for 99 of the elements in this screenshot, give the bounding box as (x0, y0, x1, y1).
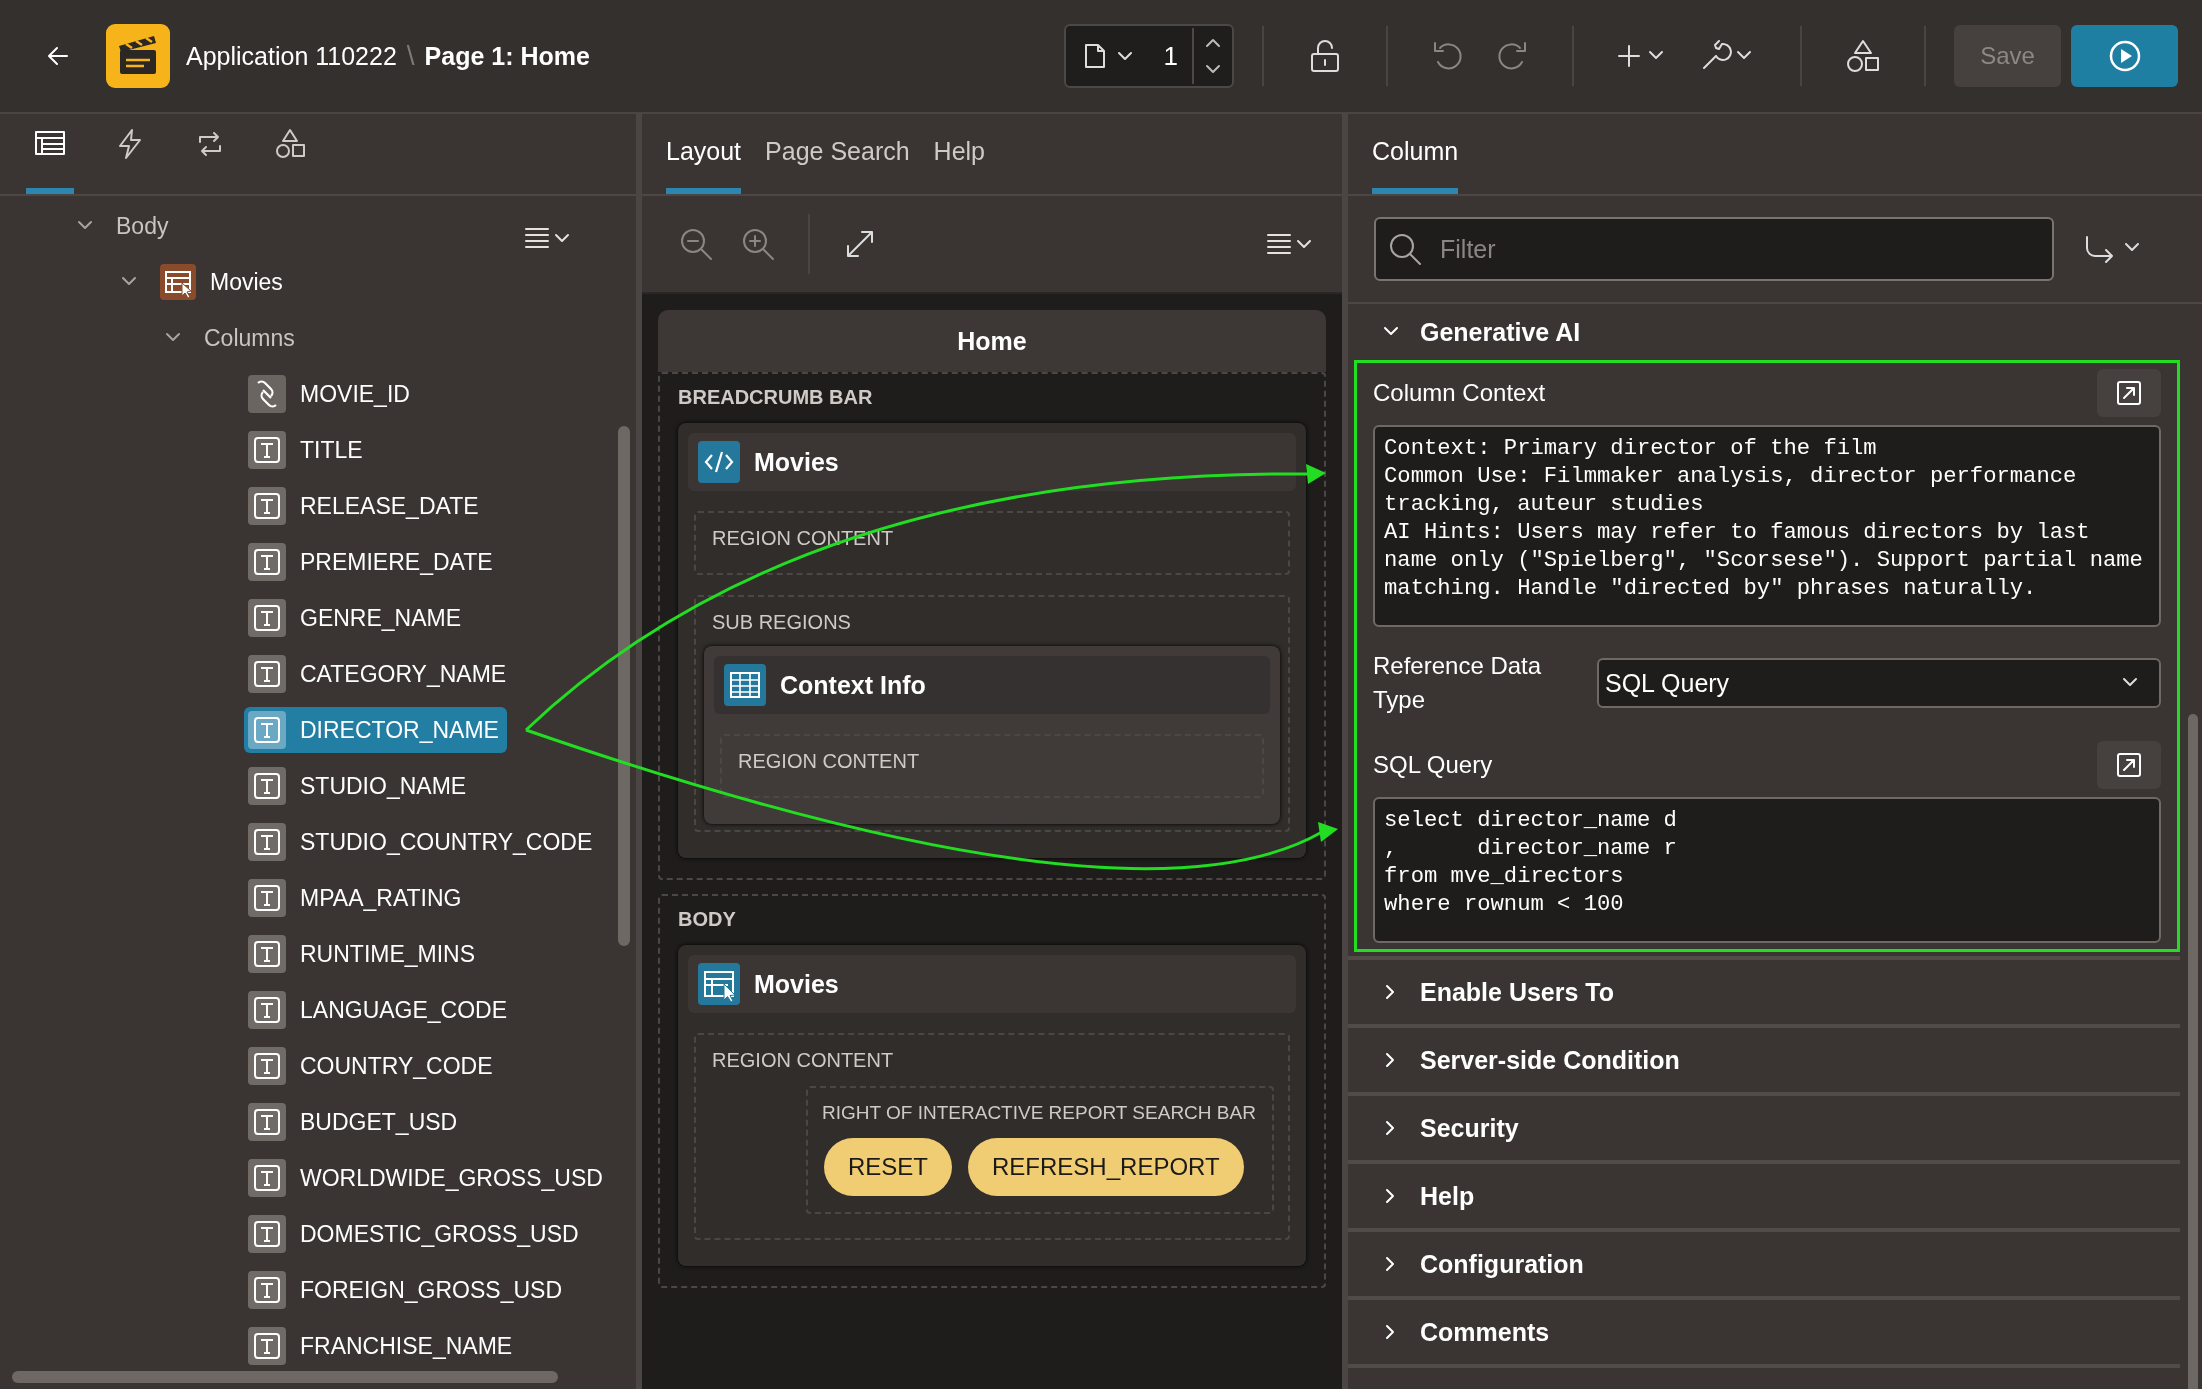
panel-tab[interactable]: Layout (666, 137, 742, 194)
link-icon (248, 375, 286, 413)
text-field-icon (248, 935, 286, 973)
zone-label: RIGHT OF INTERACTIVE REPORT SEARCH BAR (821, 1101, 1257, 1125)
expand-arrows-icon[interactable] (844, 228, 876, 260)
text-area[interactable]: Context: Primary director of the film Common Use: Filmmaker analysis, director performance tracking, auteur studies AI Hints: Users may refer to famous directors by last name only ("Spielberg", "Scorsese"). Support partial name matching. Handle "directed by" phrases naturally. (1373, 425, 2161, 627)
tree-item[interactable]: MPAA_RATING (244, 875, 470, 921)
code-icon (698, 441, 740, 483)
tree-item[interactable]: Columns (200, 315, 303, 361)
text-field-icon (248, 599, 286, 637)
tree-item[interactable]: GENRE_NAME (244, 595, 470, 641)
tree-item[interactable]: RUNTIME_MINS (244, 931, 484, 977)
text-field-icon (248, 1103, 286, 1141)
region-button[interactable]: REFRESH_REPORT (968, 1138, 1244, 1196)
expand-icon (2116, 752, 2142, 778)
section-header[interactable]: Security (1348, 1096, 1519, 1160)
section-header[interactable]: Server-side Condition (1348, 1028, 1680, 1092)
select-field[interactable]: SQL Query (1597, 658, 2161, 708)
text-field-icon (248, 487, 286, 525)
unlock-icon[interactable] (1308, 39, 1342, 73)
tree-item[interactable]: WORLDWIDE_GROSS_USD (244, 1155, 611, 1201)
text-field-icon (248, 1215, 286, 1253)
region-title: Movies (754, 447, 839, 477)
expand-icon (2116, 380, 2142, 406)
breadcrumb-separator: \ (406, 40, 415, 72)
section-header[interactable]: Configuration (1348, 1232, 1584, 1296)
text-field-icon (248, 1327, 286, 1365)
shapes-icon (274, 128, 306, 160)
text-field-icon (248, 1271, 286, 1309)
text-area[interactable]: select director_name d , director_name r from mve_directors where rownum < 100 (1373, 797, 2161, 943)
back-arrow-icon (47, 46, 69, 66)
scrollbar[interactable] (2188, 714, 2198, 1389)
region-title: Context Info (780, 670, 926, 700)
tree-item[interactable]: TITLE (244, 427, 371, 473)
text-field-icon (248, 879, 286, 917)
text-field-icon (248, 767, 286, 805)
zone-label: SUB REGIONS (711, 610, 852, 635)
text-field-icon (248, 711, 286, 749)
text-field-icon (248, 823, 286, 861)
tree-item[interactable]: LANGUAGE_CODE (244, 987, 516, 1033)
field-label: SQL Query (1373, 751, 1493, 779)
page-header: Home (658, 310, 1326, 372)
page-number[interactable]: 1 (1148, 40, 1192, 72)
zone-label: REGION CONTENT (737, 749, 921, 774)
zone-label: BREADCRUMB BAR (678, 385, 874, 410)
tree-item[interactable]: STUDIO_COUNTRY_CODE (244, 819, 601, 865)
tree-item[interactable]: PREMIERE_DATE (244, 539, 501, 585)
zoom-out-icon[interactable] (678, 226, 714, 262)
section-header[interactable]: Comments (1348, 1300, 1550, 1364)
section-header[interactable]: Help (1348, 1164, 1475, 1228)
scrollbar[interactable] (12, 1371, 558, 1383)
panel-tab[interactable]: Page Search (765, 137, 910, 194)
expand-button[interactable] (2097, 741, 2161, 789)
search-icon (1388, 232, 1422, 266)
app-title[interactable]: Application 110222 (186, 41, 397, 71)
tree-item[interactable]: DOMESTIC_GROSS_USD (244, 1211, 587, 1257)
clapperboard-icon (106, 24, 170, 88)
tree-item[interactable]: FOREIGN_GROSS_USD (244, 1267, 570, 1313)
zone-label: BODY (678, 907, 737, 932)
report-icon (160, 264, 196, 300)
page-icon (1084, 43, 1106, 69)
panel-tab[interactable]: Help (933, 137, 986, 194)
table-icon (724, 664, 766, 706)
play-circle-icon (2107, 39, 2142, 73)
tree-item[interactable]: STUDIO_NAME (244, 763, 475, 809)
region-title: Movies (754, 969, 839, 999)
redo-icon[interactable] (1496, 40, 1528, 72)
tree-item[interactable]: DIRECTOR_NAME (244, 707, 507, 753)
page-selector[interactable]: 1 (1064, 24, 1234, 88)
tree-item[interactable]: RELEASE_DATE (244, 483, 487, 529)
zoom-in-icon[interactable] (740, 226, 776, 262)
expand-button[interactable] (2097, 369, 2161, 417)
section-header[interactable]: Generative AI (1348, 304, 1581, 360)
run-button[interactable] (2071, 25, 2178, 87)
tree-item[interactable]: FRANCHISE_NAME (244, 1323, 521, 1369)
zone-label: REGION CONTENT (711, 1048, 895, 1073)
tree-item[interactable]: Movies (156, 259, 291, 305)
panel-tab[interactable]: Column (1372, 137, 1459, 194)
text-field-icon (248, 431, 286, 469)
undo-icon[interactable] (1432, 40, 1464, 72)
scrollbar[interactable] (618, 426, 630, 946)
text-field-icon (248, 1047, 286, 1085)
tree-item[interactable]: BUDGET_USD (244, 1099, 466, 1145)
report-icon (698, 963, 740, 1005)
tree-item[interactable]: MOVIE_ID (244, 371, 418, 417)
text-field-icon (248, 543, 286, 581)
text-field-icon (248, 655, 286, 693)
text-field-icon (248, 991, 286, 1029)
region-button[interactable]: RESET (824, 1138, 952, 1196)
tree-item[interactable]: CATEGORY_NAME (244, 651, 515, 697)
text-field-icon (248, 1159, 286, 1197)
shapes-icon[interactable] (1846, 39, 1880, 73)
field-label: Reference Data Type (1373, 651, 1543, 715)
tree-item[interactable]: COUNTRY_CODE (244, 1043, 501, 1089)
section-header[interactable]: Enable Users To (1348, 960, 1615, 1024)
field-label: Column Context (1373, 379, 1546, 407)
search-field[interactable]: Filter (1374, 217, 2054, 281)
tree-item[interactable]: Body (112, 203, 177, 249)
page-title: Page 1: Home (424, 41, 590, 71)
